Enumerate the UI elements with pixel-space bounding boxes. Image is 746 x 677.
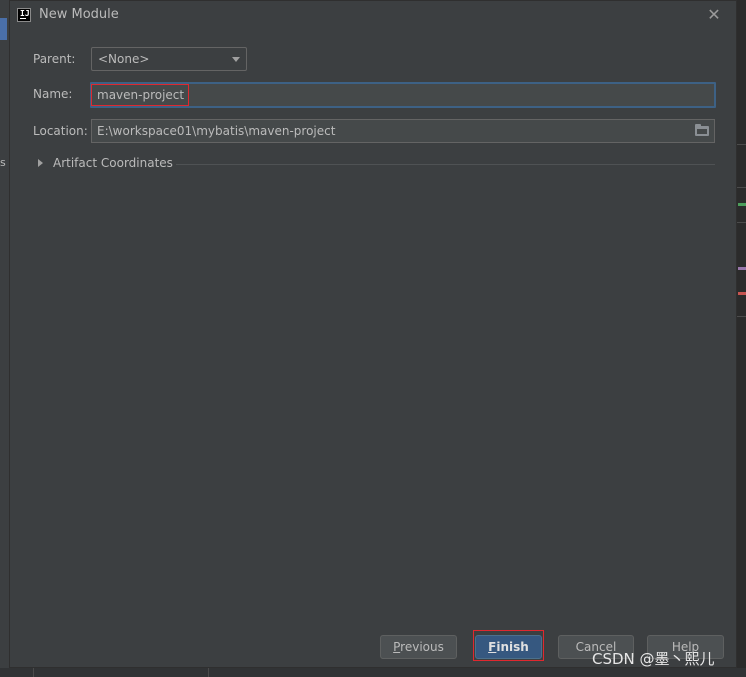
previous-label: revious [400,640,444,654]
expand-arrow-icon [38,159,43,167]
background-ide-code-mark [738,203,746,206]
name-highlight-box [91,84,189,106]
section-separator [176,164,715,165]
location-input-value: E:\workspace01\mybatis\maven-project [97,124,336,138]
parent-dropdown[interactable]: <None> [91,47,247,71]
background-ide-tab [0,18,7,40]
background-ide-label: s [0,156,6,169]
background-ide-line [737,222,746,223]
previous-button[interactable]: Previous [380,635,457,659]
parent-label: Parent: [33,52,76,66]
background-ide-code-mark [738,267,746,270]
parent-dropdown-value: <None> [98,52,150,66]
close-icon[interactable]: ✕ [704,5,724,25]
title-bar[interactable]: IJ New Module ✕ [10,1,736,31]
background-ide-statusbar [0,668,746,677]
location-label: Location: [33,124,88,138]
background-ide-line [737,316,746,317]
background-ide-left-panel [0,0,9,677]
background-ide-line [737,187,746,188]
new-module-dialog: IJ New Module ✕ Parent: <None> Name: mav… [9,0,737,668]
background-ide-line [737,144,746,145]
background-ide-code-mark [738,292,746,295]
background-divider [208,668,209,677]
name-label: Name: [33,87,73,101]
csdn-watermark: CSDN @墨丶熙儿 [592,650,715,668]
artifact-coordinates-label: Artifact Coordinates [53,156,173,170]
background-ide-editor [737,0,746,677]
folder-icon[interactable] [695,124,709,136]
background-divider [33,668,34,677]
app-icon: IJ [17,8,31,22]
location-input[interactable]: E:\workspace01\mybatis\maven-project [91,119,715,143]
finish-highlight-box [473,630,544,661]
chevron-down-icon [232,57,240,62]
dialog-title: New Module [39,7,119,22]
